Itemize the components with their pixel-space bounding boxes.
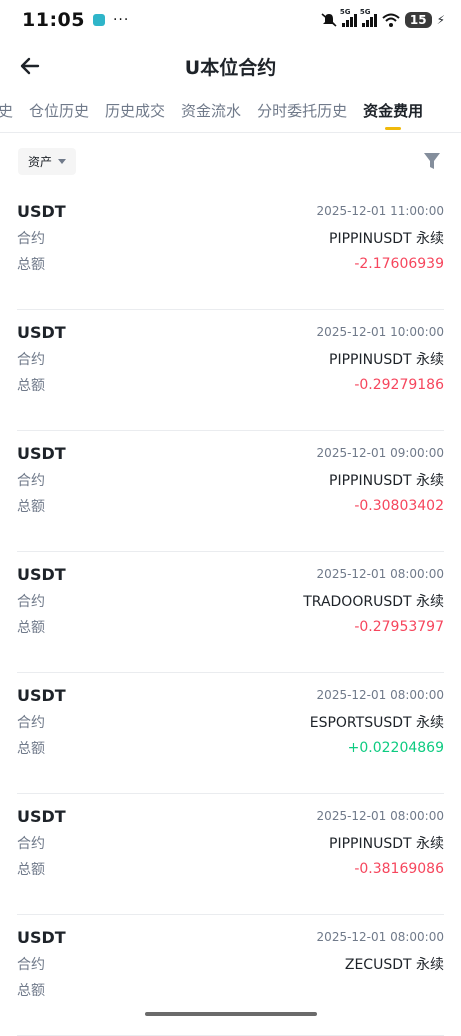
record-amount: +0.02204869 <box>347 740 444 756</box>
more-notifications-icon: ··· <box>112 12 130 28</box>
total-label: 总额 <box>17 620 45 636</box>
mute-icon <box>321 13 337 27</box>
record-contract: TRADOORUSDT 永续 <box>303 594 444 610</box>
list-item: USDT 2025-12-01 08:00:00 合约 TRADOORUSDT 永续总… <box>17 552 444 673</box>
record-contract: PIPPINUSDT 永续 <box>329 836 444 852</box>
record-time: 2025-12-01 08:00:00 <box>316 930 444 944</box>
record-asset: USDT <box>17 201 66 221</box>
signal-icon-2: 5G <box>360 8 377 27</box>
contract-label: 合约 <box>17 715 45 731</box>
asset-dropdown[interactable]: 资产 <box>18 147 77 175</box>
title-bar: U本位合约 <box>0 40 461 92</box>
list-item: USDT 2025-12-01 09:00:00 合约 PIPPINUSDT 永续总额… <box>17 431 444 552</box>
record-contract: PIPPINUSDT 永续 <box>329 231 444 247</box>
charging-icon: ⚡ <box>436 13 445 27</box>
list-item: USDT 2025-12-01 08:00:00 合约 ESPORTSUSDT 永续总… <box>17 673 444 794</box>
contract-label: 合约 <box>17 473 45 489</box>
funding-fee-list: USDT 2025-12-01 11:00:00 合约 PIPPINUSDT 永续 总额… <box>0 189 461 1036</box>
total-label: 总额 <box>17 257 45 273</box>
status-time: 11:05 <box>22 9 85 31</box>
record-amount: -0.30803402 <box>354 498 444 514</box>
filter-row: 资产 <box>0 133 461 189</box>
home-indicator[interactable] <box>144 1012 317 1016</box>
asset-dropdown-label: 资产 <box>28 154 53 169</box>
tab-order-history[interactable]: 史 <box>0 92 21 132</box>
record-time: 2025-12-01 08:00:00 <box>316 809 444 823</box>
contract-label: 合约 <box>17 836 45 852</box>
record-asset: USDT <box>17 322 66 342</box>
tab-position-history[interactable]: 仓位历史 <box>21 92 97 132</box>
record-contract: ZECUSDT 永续 <box>344 957 444 973</box>
record-time: 2025-12-01 09:00:00 <box>316 446 444 460</box>
tab-trade-history[interactable]: 历史成交 <box>97 92 173 132</box>
status-bar: 11:05 ··· 5G 5G 15 ⚡ <box>0 0 461 40</box>
record-amount: -2.17606939 <box>354 256 444 272</box>
page-title: U本位合约 <box>184 56 277 79</box>
record-asset: USDT <box>17 564 66 584</box>
list-item: USDT 2025-12-01 11:00:00 合约 PIPPINUSDT 永续总额… <box>17 189 444 310</box>
tab-transaction-history[interactable]: 资金流水 <box>173 92 249 132</box>
record-amount: -0.38169086 <box>354 861 444 877</box>
contract-label: 合约 <box>17 594 45 610</box>
filter-icon[interactable] <box>421 150 443 172</box>
contract-label: 合约 <box>17 957 45 973</box>
record-asset: USDT <box>17 927 66 947</box>
signal-icon: 5G <box>340 8 357 27</box>
record-amount: -0.29279186 <box>354 377 444 393</box>
app-notification-icon <box>92 14 105 26</box>
wifi-icon <box>382 13 400 27</box>
record-contract: ESPORTSUSDT 永续 <box>309 715 444 731</box>
total-label: 总额 <box>17 862 45 878</box>
record-contract: PIPPINUSDT 永续 <box>329 352 444 368</box>
contract-label: 合约 <box>17 352 45 368</box>
record-asset: USDT <box>17 806 66 826</box>
back-arrow-icon[interactable] <box>16 52 44 80</box>
battery-icon: 15 <box>404 12 432 28</box>
caret-down-icon <box>58 158 67 164</box>
record-time: 2025-12-01 08:00:00 <box>316 567 444 581</box>
bottom-fade <box>0 996 461 1024</box>
record-contract: PIPPINUSDT 永续 <box>329 473 444 489</box>
record-time: 2025-12-01 10:00:00 <box>316 325 444 339</box>
list-item: USDT 2025-12-01 08:00:00 合约 PIPPINUSDT 永续总额… <box>17 794 444 915</box>
total-label: 总额 <box>17 741 45 757</box>
contract-label: 合约 <box>17 231 45 247</box>
tab-twap-history[interactable]: 分时委托历史 <box>249 92 355 132</box>
record-time: 2025-12-01 11:00:00 <box>316 204 444 218</box>
record-amount: -0.27953797 <box>354 619 444 635</box>
total-label: 总额 <box>17 499 45 515</box>
record-time: 2025-12-01 08:00:00 <box>316 688 444 702</box>
history-tabs: 史 仓位历史 历史成交 资金流水 分时委托历史 资金费用 <box>0 92 461 133</box>
tab-funding-fee[interactable]: 资金费用 <box>355 92 431 132</box>
record-asset: USDT <box>17 443 66 463</box>
list-item: USDT 2025-12-01 10:00:00 合约 PIPPINUSDT 永续总额… <box>17 310 444 431</box>
record-asset: USDT <box>17 685 66 705</box>
total-label: 总额 <box>17 378 45 394</box>
